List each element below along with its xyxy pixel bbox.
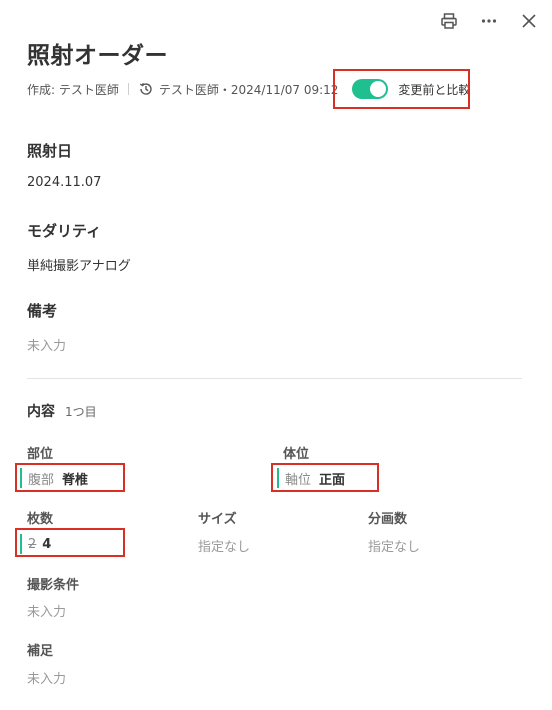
meta-divider	[127, 83, 129, 95]
history-icon[interactable]	[138, 81, 154, 97]
notes-section-title: 備考	[27, 302, 58, 320]
size-label: サイズ	[198, 512, 237, 527]
toggle-knob	[370, 81, 387, 97]
notes-value: 未入力	[27, 339, 67, 354]
position-value: 軸位 正面	[277, 468, 345, 488]
printer-icon	[441, 13, 457, 29]
header-actions	[435, 9, 543, 33]
modality-value: 単純撮影アナログ	[27, 259, 131, 274]
count-new-value: 4	[42, 536, 52, 552]
count-value: 2 4	[20, 534, 51, 554]
part-new-value: 脊椎	[62, 472, 89, 488]
content-title: 内容	[27, 404, 55, 420]
change-indicator	[20, 534, 22, 554]
more-icon	[481, 19, 497, 23]
page-title: 照射オーダー	[27, 43, 168, 69]
count-old-value: 2	[28, 536, 37, 552]
compare-label: 変更前と比較	[398, 82, 471, 97]
part-old-value: 腹部	[28, 472, 55, 488]
part-value: 腹部 脊椎	[20, 468, 88, 488]
modality-section-title: モダリティ	[27, 222, 102, 240]
change-indicator	[277, 468, 279, 488]
history-text: テスト医師・2024/11/07 09:12	[158, 82, 339, 97]
supplement-label: 補足	[27, 644, 54, 659]
print-button[interactable]	[435, 9, 463, 33]
change-indicator	[20, 468, 22, 488]
position-label: 体位	[283, 447, 310, 462]
content-heading: 内容 1つ目	[27, 401, 97, 421]
compare-toggle-group: 変更前と比較	[352, 79, 470, 99]
meta-row: 作成: テスト医師 テスト医師・2024/11/07 09:12 変更前と比較	[27, 78, 470, 100]
size-value: 指定なし	[198, 540, 251, 555]
close-button[interactable]	[515, 9, 543, 33]
date-section-title: 照射日	[27, 142, 73, 160]
split-value: 指定なし	[368, 540, 421, 555]
section-divider	[27, 378, 522, 379]
position-old-value: 軸位	[285, 472, 312, 488]
supplement-value: 未入力	[27, 672, 67, 687]
split-label: 分画数	[368, 512, 408, 527]
conditions-value: 未入力	[27, 605, 67, 620]
compare-toggle[interactable]	[352, 79, 389, 99]
more-button[interactable]	[475, 9, 503, 33]
date-value: 2024.11.07	[27, 175, 102, 190]
content-index: 1つ目	[65, 405, 97, 419]
part-label: 部位	[27, 447, 54, 462]
position-new-value: 正面	[319, 472, 346, 488]
count-label: 枚数	[27, 512, 54, 527]
author-text: 作成: テスト医師	[27, 82, 119, 97]
conditions-label: 撮影条件	[27, 578, 80, 593]
close-icon	[522, 14, 536, 28]
